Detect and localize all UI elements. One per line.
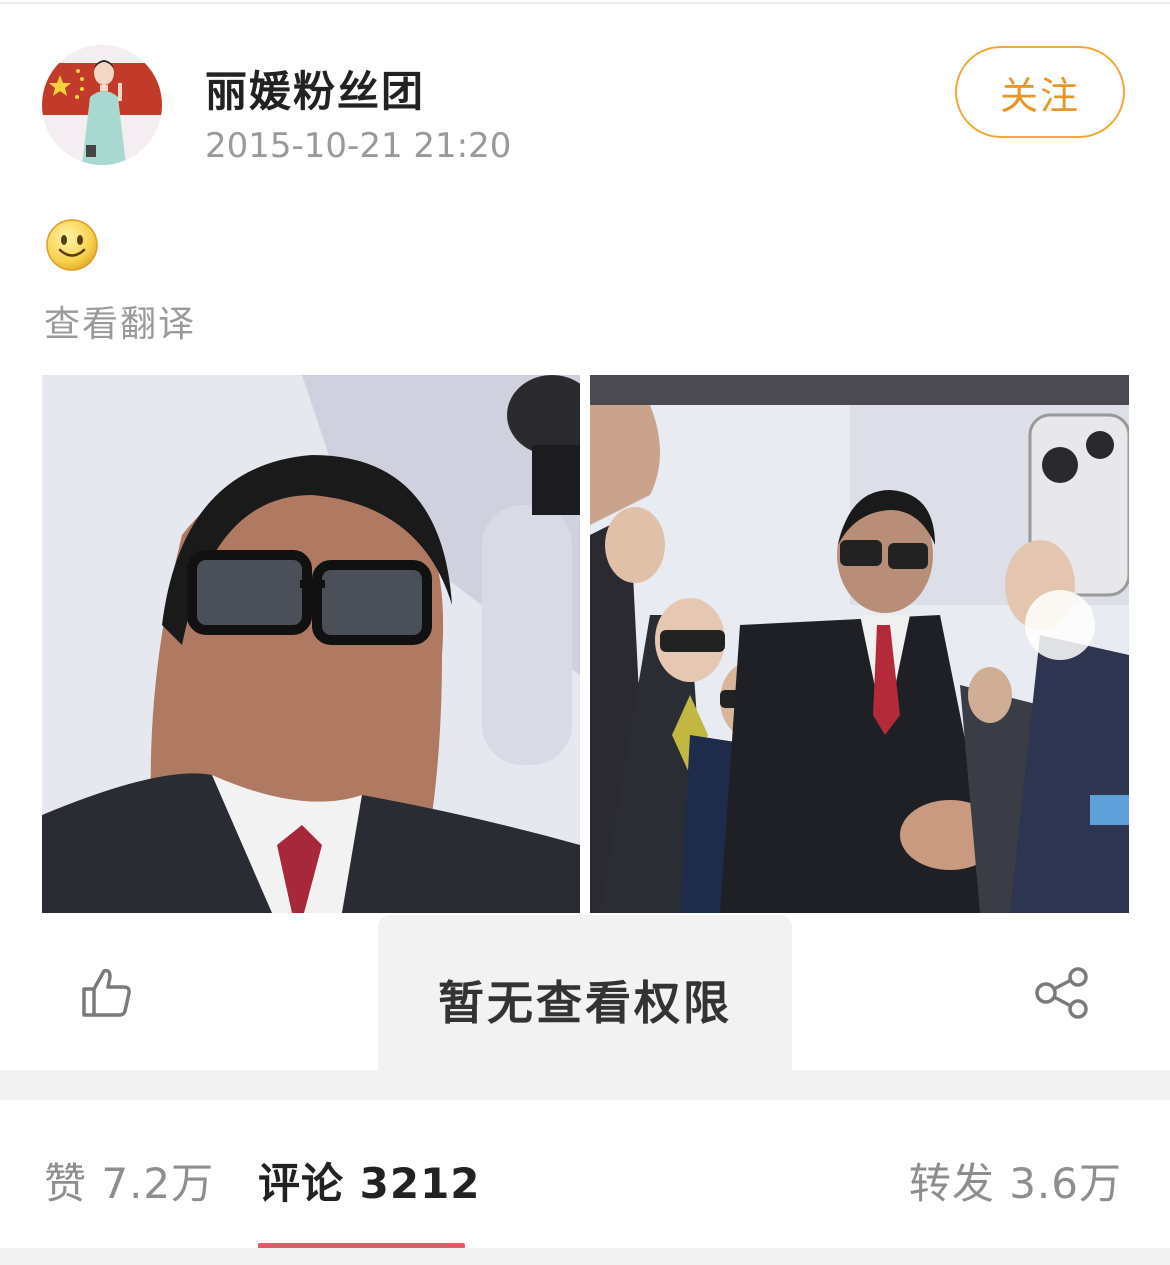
share-icon[interactable]	[1034, 967, 1090, 1019]
post-image-2[interactable]	[590, 375, 1129, 913]
thumbs-up-icon[interactable]	[80, 965, 134, 1019]
tab-comments[interactable]: 评论 3212	[258, 1150, 481, 1211]
author-name[interactable]: 丽媛粉丝团	[205, 58, 425, 119]
post-actions: 暂无查看权限	[0, 915, 1170, 1085]
post-header: 丽媛粉丝团 2015-10-21 21:20 关注	[0, 0, 1170, 200]
avatar-image	[42, 45, 162, 165]
post-image-1[interactable]	[42, 375, 580, 913]
follow-button[interactable]: 关注	[955, 46, 1125, 138]
tab-likes[interactable]: 赞 7.2万	[44, 1150, 214, 1211]
avatar[interactable]	[42, 45, 162, 165]
stats-tabs: 赞 7.2万 评论 3212 转发 3.6万	[0, 1100, 1170, 1265]
no-permission-toast: 暂无查看权限	[378, 915, 792, 1085]
toast-tail	[378, 1070, 792, 1100]
smile-emoji-icon	[45, 218, 99, 272]
tab-reposts[interactable]: 转发 3.6万	[909, 1150, 1122, 1211]
translate-link[interactable]: 查看翻译	[44, 295, 196, 347]
bottom-divider	[0, 1248, 1170, 1265]
post-timestamp: 2015-10-21 21:20	[205, 126, 512, 166]
